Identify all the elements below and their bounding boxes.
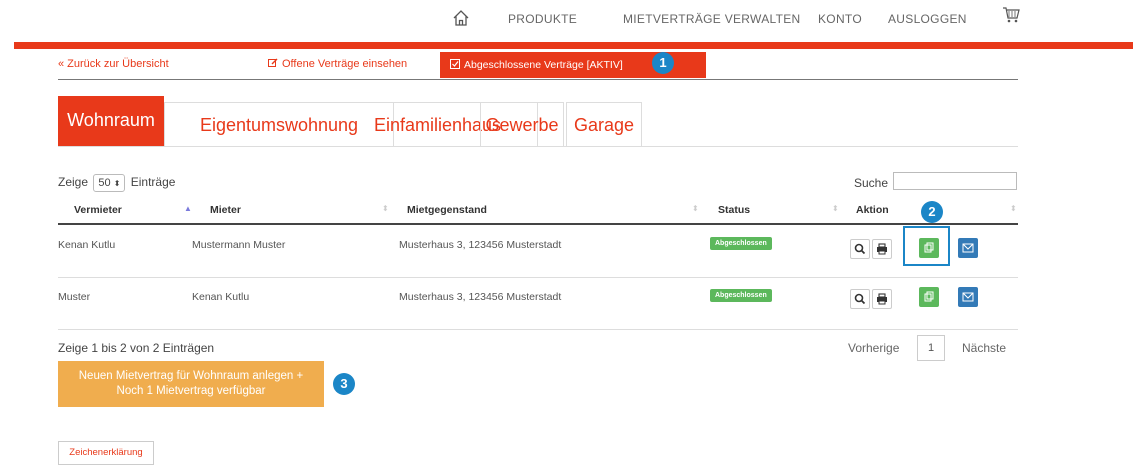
cell-vermieter: Kenan Kutlu xyxy=(58,239,116,251)
remaining-contracts-label: Noch 1 Mietvertrag verfügbar xyxy=(116,385,266,397)
page-size-control: Zeige 50 ⬍ Einträge xyxy=(58,174,175,192)
view-button[interactable] xyxy=(850,239,870,259)
column-header-mietgegenstand[interactable]: Mietgegenstand xyxy=(407,204,487,216)
envelope-icon xyxy=(962,243,974,253)
email-button[interactable] xyxy=(958,287,978,307)
print-button[interactable] xyxy=(872,289,892,309)
cell-vermieter: Muster xyxy=(58,291,91,303)
pagination-page-1[interactable]: 1 xyxy=(917,335,945,361)
column-header-status[interactable]: Status xyxy=(718,204,750,216)
print-button[interactable] xyxy=(872,239,892,259)
tab-garage[interactable]: Garage xyxy=(566,102,642,146)
table-row: Muster Kenan Kutlu Musterhaus 3, 123456 … xyxy=(58,277,1018,330)
search-input[interactable] xyxy=(893,172,1017,190)
nav-ausloggen[interactable]: AUSLOGGEN xyxy=(888,12,967,26)
header-accent-bar xyxy=(14,42,1133,49)
email-button[interactable] xyxy=(958,238,978,258)
table-header: Vermieter ▲ Mieter ⬍ Mietgegenstand ⬍ St… xyxy=(58,197,1018,225)
sort-both-icon: ⬍ xyxy=(692,204,699,213)
nav-konto[interactable]: KONTO xyxy=(818,12,862,26)
column-header-aktion[interactable]: Aktion xyxy=(856,204,889,216)
print-icon xyxy=(877,293,887,305)
nav-mietvertraege-verwalten[interactable]: MIETVERTRÄGE VERWALTEN xyxy=(623,12,801,26)
check-square-icon xyxy=(450,59,460,69)
cart-icon[interactable] xyxy=(1002,6,1020,24)
sort-both-icon: ⬍ xyxy=(1010,204,1017,213)
tabs-divider xyxy=(58,146,1018,147)
pagination-previous[interactable]: Vorherige xyxy=(848,341,899,355)
top-navigation: PRODUKTE MIETVERTRÄGE VERWALTEN KONTO AU… xyxy=(0,0,1133,42)
home-icon[interactable] xyxy=(451,8,471,28)
column-header-vermieter[interactable]: Vermieter xyxy=(74,204,122,216)
search-icon xyxy=(854,243,866,255)
select-arrows-icon: ⬍ xyxy=(113,179,121,188)
print-icon xyxy=(877,243,887,255)
callout-badge-2: 2 xyxy=(921,201,943,223)
new-contract-label: Neuen Mietvertrag für Wohnraum anlegen + xyxy=(78,370,304,382)
cell-mietgegenstand: Musterhaus 3, 123456 Musterstadt xyxy=(399,239,562,251)
search-icon xyxy=(854,293,866,305)
nav-produkte[interactable]: PRODUKTE xyxy=(508,12,577,26)
back-to-overview-link[interactable]: « Zurück zur Übersicht xyxy=(58,58,169,70)
status-badge: Abgeschlossen xyxy=(710,289,772,302)
search-label: Suche xyxy=(854,176,889,190)
table-row: Kenan Kutlu Mustermann Muster Musterhaus… xyxy=(58,225,1018,278)
cell-mieter: Mustermann Muster xyxy=(192,239,286,251)
closed-contracts-label: Abgeschlossene Verträge [AKTIV] xyxy=(464,59,623,71)
open-contracts-link[interactable]: Offene Verträge einsehen xyxy=(268,58,407,70)
page-size-select[interactable]: 50 ⬍ xyxy=(93,174,126,192)
column-header-mieter[interactable]: Mieter xyxy=(210,204,241,216)
envelope-icon xyxy=(962,292,974,302)
legend-button[interactable]: Zeichenerklärung xyxy=(58,441,154,465)
sort-both-icon: ⬍ xyxy=(832,204,839,213)
status-badge: Abgeschlossen xyxy=(710,237,772,250)
cell-mieter: Kenan Kutlu xyxy=(192,291,250,303)
sort-both-icon: ⬍ xyxy=(382,204,389,213)
copy-icon xyxy=(924,291,934,302)
new-contract-button[interactable]: Neuen Mietvertrag für Wohnraum anlegen +… xyxy=(58,361,324,407)
pagination-next[interactable]: Nächste xyxy=(962,341,1006,355)
show-suffix-label: Einträge xyxy=(130,175,176,190)
open-contracts-label: Offene Verträge einsehen xyxy=(282,58,408,70)
view-button[interactable] xyxy=(850,289,870,309)
show-prefix-label: Zeige xyxy=(58,175,89,190)
table-info: Zeige 1 bis 2 von 2 Einträgen xyxy=(58,341,215,355)
tab-wohnraum[interactable]: Wohnraum xyxy=(58,96,164,146)
callout-badge-3: 3 xyxy=(333,373,355,395)
edit-icon xyxy=(268,58,278,67)
page-size-value: 50 xyxy=(98,177,111,189)
sort-asc-icon: ▲ xyxy=(184,204,192,213)
cell-mietgegenstand: Musterhaus 3, 123456 Musterstadt xyxy=(399,291,562,303)
tab-gewerbe[interactable]: Gewerbe xyxy=(480,102,564,146)
copy-button-highlight xyxy=(903,226,950,266)
callout-badge-1: 1 xyxy=(652,52,674,74)
contract-subnav: « Zurück zur Übersicht Offene Verträge e… xyxy=(58,52,1018,80)
copy-contract-button[interactable] xyxy=(919,287,939,307)
